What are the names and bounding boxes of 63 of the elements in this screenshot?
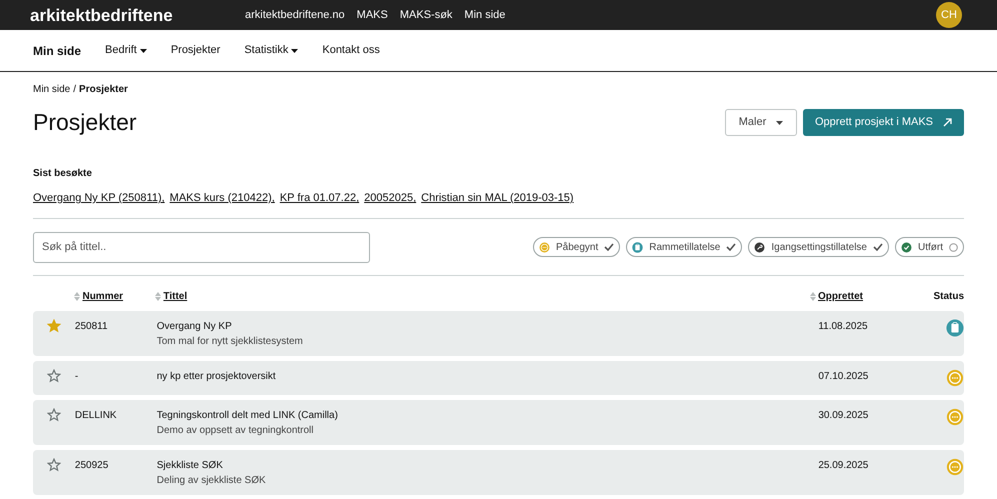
top-link[interactable]: arkitektbedriftene.no — [245, 6, 345, 24]
star-icon[interactable] — [46, 408, 61, 422]
column-header[interactable]: Opprettet — [818, 288, 864, 304]
logo[interactable]: arkitektbedriftene — [30, 6, 245, 24]
filter-chip[interactable]: Påbegynt — [532, 237, 620, 257]
project-description: Demo av oppsett av tegningkontroll — [156, 424, 314, 436]
external-arrow-icon — [943, 118, 952, 127]
project-row[interactable]: 250811 Overgang Ny KP Tom mal for nytt sjekklistesystem 11.08.2025 — [33, 310, 964, 356]
filter-chip[interactable]: Igangsettingstillatelse — [748, 237, 889, 257]
top-link[interactable]: MAKS — [356, 6, 388, 24]
project-title: Tegningskontroll delt med LINK (Camilla) — [156, 408, 339, 422]
top-link[interactable]: MAKS-søk — [400, 6, 452, 24]
created-date: 25.09.2025 — [818, 458, 870, 472]
recent-heading: Sist besøkte — [33, 167, 93, 181]
page-title: Prosjekter — [33, 111, 137, 134]
project-number: 250925 — [74, 458, 110, 472]
search-field[interactable]: Søk på tittel.. — [33, 232, 370, 262]
created-date: 30.09.2025 — [818, 408, 870, 422]
project-description: Tom mal for nytt sjekklistesystem — [156, 334, 304, 348]
star-icon[interactable] — [46, 318, 61, 332]
sort-icon — [155, 292, 162, 300]
project-number: DELLINK — [74, 408, 118, 422]
wrench-circle-icon — [754, 242, 766, 252]
recent-link[interactable]: MAKS kurs (210422), — [170, 190, 275, 206]
project-row[interactable]: DELLINK Tegningskontroll delt med LINK (Camilla) Demo av oppsett av tegningkontroll 30.09.2025 — [33, 400, 964, 444]
create-project-button[interactable]: Opprett prosjekt i MAKS — [803, 109, 964, 136]
project-row[interactable]: - ny kp etter prosjektoversikt 07.10.2025 — [33, 360, 964, 394]
breadcrumb-link[interactable]: Min side — [33, 82, 70, 97]
column-header[interactable]: Tittel — [163, 288, 188, 304]
breadcrumb-separator: / — [73, 83, 76, 97]
recent-link[interactable]: Overgang Ny KP (250811), — [33, 190, 165, 206]
nav-link[interactable]: Kontakt oss — [322, 42, 380, 59]
clipboard-icon — [632, 242, 644, 252]
check-circle-icon — [901, 242, 912, 252]
project-description: Deling av sjekkliste SØK — [156, 474, 267, 486]
column-header: Status — [933, 290, 964, 304]
recent-link[interactable]: Christian sin MAL (2019-03-15) — [421, 190, 574, 206]
caret-icon — [776, 120, 784, 124]
sort-icon — [810, 292, 816, 300]
filter-chip[interactable]: Rammetillatelse — [626, 237, 742, 257]
recent-link[interactable]: 20052025, — [364, 190, 416, 206]
recent-link[interactable]: KP fra 01.07.22, — [280, 190, 360, 206]
project-title: Overgang Ny KP — [156, 320, 233, 332]
ellipsis-circle-icon — [538, 242, 550, 252]
created-date: 11.08.2025 — [818, 320, 869, 332]
nav-link[interactable]: Min side — [33, 42, 82, 60]
nav-link[interactable]: Prosjekter — [170, 42, 220, 59]
project-number: - — [74, 370, 80, 382]
filter-chip[interactable]: Utført — [895, 237, 964, 257]
top-link[interactable]: Min side — [464, 6, 506, 24]
project-number: 250811 — [74, 320, 109, 332]
sort-icon — [74, 292, 80, 300]
templates-dropdown[interactable]: Maler — [725, 109, 797, 136]
breadcrumb-current: Prosjekter — [79, 83, 128, 97]
column-header[interactable]: Nummer — [82, 288, 124, 304]
nav-link[interactable]: Statistikk — [244, 42, 298, 59]
created-date: 07.10.2025 — [818, 370, 870, 382]
star-icon[interactable] — [46, 458, 61, 472]
project-title: ny kp etter prosjektoversikt — [156, 370, 277, 382]
project-row[interactable]: 250925 Sjekkliste SØK Deling av sjekkliste SØK 25.09.2025 — [33, 450, 964, 494]
nav-link[interactable]: Bedrift — [105, 42, 147, 59]
star-icon[interactable] — [46, 368, 61, 382]
project-title: Sjekkliste SØK — [156, 458, 224, 472]
